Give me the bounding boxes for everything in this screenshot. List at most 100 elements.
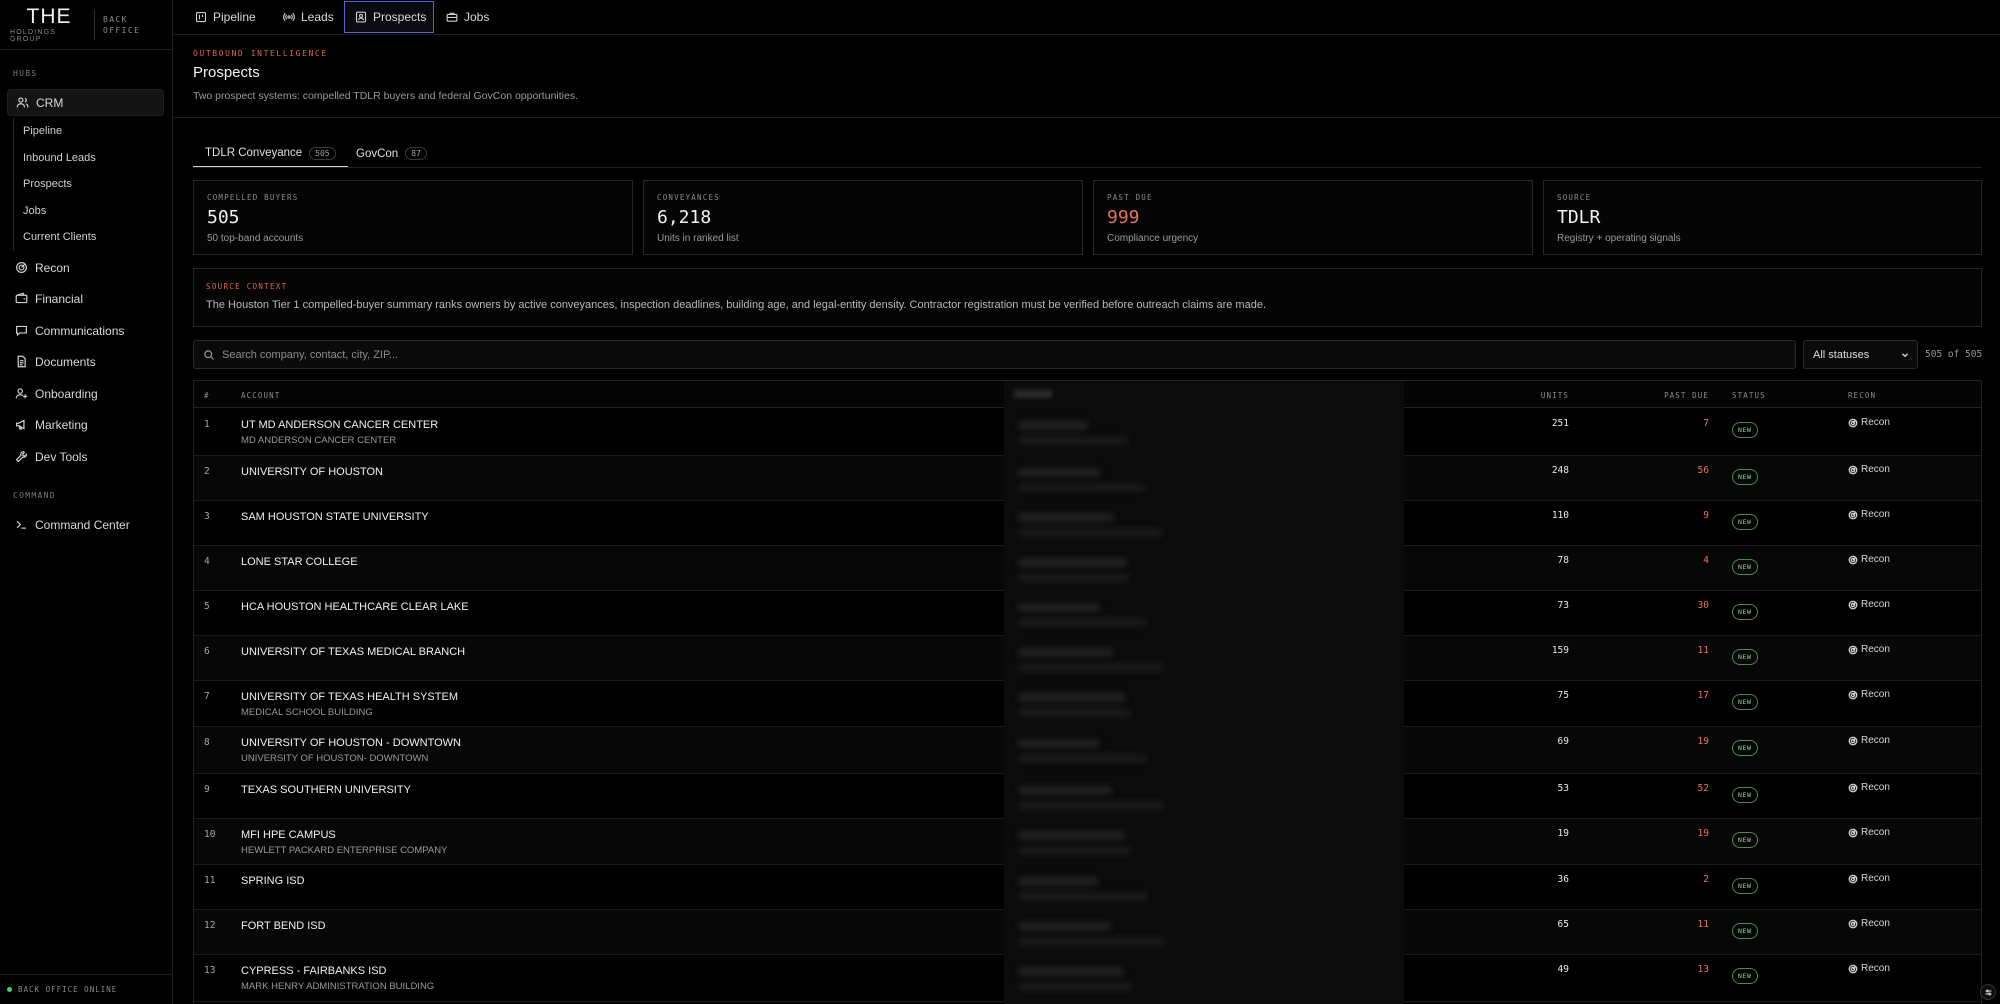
account-name[interactable]: SPRING ISD [241, 875, 305, 887]
account-name[interactable]: CYPRESS - FAIRBANKS ISD [241, 965, 434, 977]
sidebar-item-financial[interactable]: Financial [7, 285, 164, 312]
account-name[interactable]: UT MD ANDERSON CANCER CENTER [241, 419, 438, 431]
column-header-city[interactable]: CITY [1223, 391, 1245, 400]
brand[interactable]: THE HOLDINGS GROUP BACK OFFICE [0, 0, 172, 50]
account-subtitle: UNIVERSITY OF HOUSTON- DOWNTOWN [241, 753, 429, 764]
sidebar-item-onboarding[interactable]: Onboarding [7, 380, 164, 407]
table-row[interactable]: 9 TEXAS SOUTHERN UNIVERSITY HOUSTON 53 52 NEW… [194, 774, 1981, 819]
recon-button[interactable]: Recon [1848, 417, 1890, 428]
subnav-item-pipeline[interactable]: Pipeline [14, 118, 163, 145]
recon-button[interactable]: Recon [1848, 509, 1890, 520]
search-box[interactable] [193, 340, 1796, 369]
units-cell: 36 [1557, 874, 1569, 885]
sidebar-item-label: Documents [35, 354, 96, 369]
tab-govcon[interactable]: GovCon 87 [344, 140, 439, 167]
tab-pipeline[interactable]: Pipeline [185, 1, 268, 33]
table-row[interactable]: 10 MFI HPE CAMPUS HEWLETT PACKARD ENTERPRI… [194, 819, 1981, 865]
account-name[interactable]: UNIVERSITY OF HOUSTON - DOWNTOWN [241, 737, 461, 749]
tab-label: Prospects [373, 10, 427, 24]
tab-tdlr-conveyance[interactable]: TDLR Conveyance 505 [193, 140, 348, 167]
sidebar-item-crm[interactable]: CRM [7, 89, 164, 116]
tab-jobs[interactable]: Jobs [436, 1, 501, 33]
recon-button[interactable]: Recon [1848, 735, 1890, 746]
sidebar-item-documents[interactable]: Documents [7, 348, 164, 375]
account-subtitle: MEDICAL SCHOOL BUILDING [241, 707, 373, 718]
table-row[interactable]: 1 UT MD ANDERSON CANCER CENTER MD ANDERSON… [194, 409, 1981, 456]
recon-label: Recon [1861, 417, 1890, 428]
stat-value: TDLR [1557, 207, 1601, 228]
subnav-item-jobs[interactable]: Jobs [14, 198, 163, 225]
recon-button[interactable]: Recon [1848, 554, 1890, 565]
account-name[interactable]: LONE STAR COLLEGE [241, 556, 358, 568]
sidebar-item-recon[interactable]: Recon [7, 254, 164, 281]
prospects-table: # ACCOUNT CITY UNITS PAST DUE STATUS REC… [193, 380, 1982, 1004]
account-name[interactable]: TEXAS SOUTHERN UNIVERSITY [241, 784, 411, 796]
table-row[interactable]: 4 LONE STAR COLLEGE HOUSTON 78 4 NEW Recon [194, 546, 1981, 591]
settings-toggle-icon[interactable] [1980, 984, 1996, 1000]
subnav-item-current-clients[interactable]: Current Clients [14, 224, 163, 251]
tab-leads[interactable]: Leads [273, 1, 342, 33]
recon-icon [1848, 874, 1858, 883]
sidebar-item-communications[interactable]: Communications [7, 317, 164, 344]
logo-text: THE [26, 4, 72, 28]
sidebar-item-label: Recon [35, 260, 70, 275]
table-row[interactable]: 6 UNIVERSITY OF TEXAS MEDICAL BRANCH GALVE… [194, 636, 1981, 681]
logo-subtext: HOLDINGS GROUP [10, 28, 57, 43]
row-rank: 5 [204, 601, 210, 612]
recon-label: Recon [1861, 735, 1890, 746]
recon-button[interactable]: Recon [1848, 782, 1890, 793]
table-row[interactable]: 11 SPRING ISD HOUSTON 36 2 NEW Recon [194, 865, 1981, 910]
column-header-account[interactable]: ACCOUNT [241, 391, 280, 400]
table-row[interactable]: 12 FORT BEND ISD SUGAR LAND 65 11 NEW Recon [194, 910, 1981, 955]
city-cell: HUNTSVILLE [1223, 511, 1291, 523]
account-name[interactable]: HCA HOUSTON HEALTHCARE CLEAR LAKE [241, 601, 469, 613]
account-name[interactable]: UNIVERSITY OF HOUSTON [241, 466, 383, 478]
city-cell: HOUSTON [1223, 419, 1278, 431]
subnav-item-prospects[interactable]: Prospects [14, 171, 163, 198]
column-header-past-due[interactable]: PAST DUE [1664, 391, 1709, 400]
account-cell: MFI HPE CAMPUS HEWLETT PACKARD ENTERPRISE… [241, 829, 447, 856]
table-row[interactable]: 5 HCA HOUSTON HEALTHCARE CLEAR LAKE WEBSTE… [194, 591, 1981, 636]
recon-icon [1848, 828, 1858, 837]
account-name[interactable]: SAM HOUSTON STATE UNIVERSITY [241, 511, 429, 523]
account-name[interactable]: UNIVERSITY OF TEXAS MEDICAL BRANCH [241, 646, 465, 658]
account-name[interactable]: FORT BEND ISD [241, 920, 326, 932]
recon-label: Recon [1861, 827, 1890, 838]
city-cell: HOUSTON [1223, 829, 1278, 841]
subnav-item-inbound-leads[interactable]: Inbound Leads [14, 145, 163, 172]
sidebar-item-dev-tools[interactable]: Dev Tools [7, 443, 164, 470]
table-row[interactable]: 3 SAM HOUSTON STATE UNIVERSITY HUNTSVILLE 1… [194, 501, 1981, 546]
account-name[interactable]: MFI HPE CAMPUS [241, 829, 447, 841]
sidebar-item-marketing[interactable]: Marketing [7, 411, 164, 438]
status-filter-select[interactable]: All statuses [1803, 340, 1918, 369]
table-row[interactable]: 7 UNIVERSITY OF TEXAS HEALTH SYSTEM MEDICA… [194, 681, 1981, 727]
column-header-units[interactable]: UNITS [1541, 391, 1569, 400]
recon-button[interactable]: Recon [1848, 827, 1890, 838]
table-row[interactable]: 13 CYPRESS - FAIRBANKS ISD MARK HENRY ADMI… [194, 955, 1981, 1002]
past-due-cell: 30 [1697, 600, 1709, 611]
account-name[interactable]: UNIVERSITY OF TEXAS HEALTH SYSTEM [241, 691, 458, 703]
recon-button[interactable]: Recon [1848, 873, 1890, 884]
sidebar-item-command-center[interactable]: Command Center [7, 511, 164, 538]
past-due-cell: 17 [1697, 690, 1709, 701]
tab-label: TDLR Conveyance [205, 147, 303, 159]
table-row[interactable]: 8 UNIVERSITY OF HOUSTON - DOWNTOWN UNIVERS… [194, 727, 1981, 774]
row-rank: 11 [204, 875, 216, 886]
recon-button[interactable]: Recon [1848, 918, 1890, 929]
recon-button[interactable]: Recon [1848, 599, 1890, 610]
recon-button[interactable]: Recon [1848, 644, 1890, 655]
recon-icon [1848, 736, 1858, 745]
recon-icon [1848, 418, 1858, 427]
column-header-status[interactable]: STATUS [1732, 391, 1766, 400]
recon-button[interactable]: Recon [1848, 464, 1890, 475]
stat-value: 505 [207, 207, 240, 228]
search-input[interactable] [222, 348, 1722, 361]
tab-label: GovCon [356, 147, 399, 160]
recon-button[interactable]: Recon [1848, 689, 1890, 700]
past-due-cell: 2 [1703, 874, 1709, 885]
tab-prospects[interactable]: Prospects [344, 1, 434, 33]
recon-button[interactable]: Recon [1848, 963, 1890, 974]
sidebar: THE HOLDINGS GROUP BACK OFFICE HUBS CRM … [0, 0, 173, 1004]
table-row[interactable]: 2 UNIVERSITY OF HOUSTON HOUSTON 248 56 NEW Rec… [194, 456, 1981, 501]
account-cell: HCA HOUSTON HEALTHCARE CLEAR LAKE [241, 601, 469, 613]
